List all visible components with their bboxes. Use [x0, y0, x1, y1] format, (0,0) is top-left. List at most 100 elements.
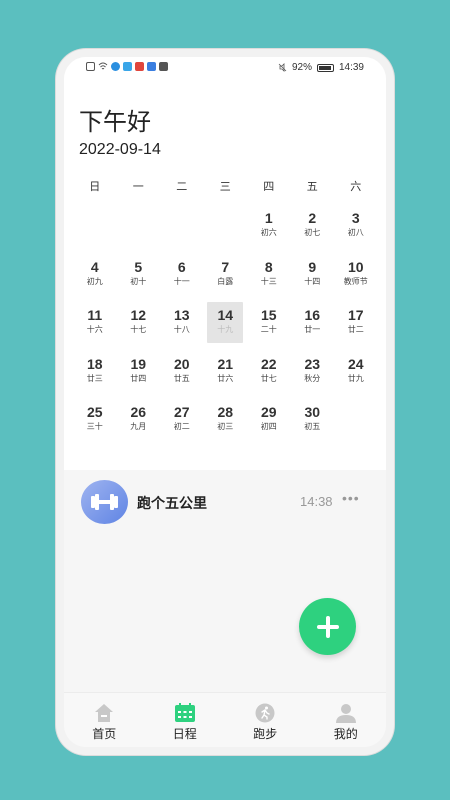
day-number: 18 — [86, 355, 103, 372]
day-number: 9 — [308, 258, 317, 275]
day-cell[interactable]: 25 三十 — [73, 401, 117, 450]
tab-profile[interactable]: 我的 — [306, 693, 387, 747]
weekday-label: 六 — [350, 181, 362, 193]
day-number: 27 — [173, 404, 190, 420]
sim-icon — [86, 62, 95, 71]
storage-icon — [159, 62, 168, 71]
day-number: 13 — [173, 307, 190, 323]
day-cell[interactable]: 10 教师节 — [334, 256, 378, 305]
calendar-grid: 1 初六 2 初七 3 初八 4 初九 5 初十 6 十一 7 白露 8 十三 9 十四 10 教师节 11 十六 12 十七… — [73, 207, 378, 450]
day-cell[interactable]: 20 廿五 — [160, 353, 204, 402]
lunar-date: 十八 — [173, 325, 190, 334]
day-number: 26 — [130, 404, 147, 420]
day-number: 10 — [347, 258, 364, 275]
tab-label-home: 首页 — [92, 727, 117, 741]
lunar-date: 十四 — [304, 276, 321, 286]
lunar-date: 十九 — [217, 325, 234, 334]
day-cell[interactable]: 13 十八 — [160, 304, 204, 353]
day-cell[interactable]: 1 初六 — [247, 207, 291, 256]
lunar-date: 二十 — [260, 325, 277, 334]
lunar-date: 廿二 — [347, 325, 364, 334]
lunar-date: 初二 — [173, 422, 190, 431]
lunar-date: 廿四 — [130, 373, 147, 383]
day-number: 19 — [130, 355, 147, 372]
day-number: 28 — [217, 404, 234, 420]
day-cell[interactable]: 17 廿二 — [334, 304, 378, 353]
day-cell[interactable]: 3 初八 — [334, 207, 378, 256]
calendar-panel: 92% 14:39 下午好 2022-09-14 日 一 二 三 四 五 六 1 初六 2 初七 3… — [64, 57, 386, 470]
day-number: 3 — [351, 210, 360, 226]
day-cell[interactable]: 27 初二 — [160, 401, 204, 450]
day-cell[interactable]: 19 廿四 — [117, 353, 161, 402]
lunar-date: 廿五 — [173, 373, 190, 383]
lunar-date: 廿三 — [86, 373, 103, 383]
shield-icon — [147, 62, 156, 71]
day-cell[interactable]: 30 初五 — [291, 401, 335, 450]
day-number: 21 — [217, 355, 234, 372]
lunar-date: 十一 — [173, 276, 190, 286]
day-cell[interactable]: 18 廿三 — [73, 353, 117, 402]
day-cell[interactable]: 2 初七 — [291, 207, 335, 256]
home-icon — [95, 704, 114, 722]
day-cell[interactable]: 23 秋分 — [291, 353, 335, 402]
weekday-label: 四 — [263, 181, 275, 193]
bottom-tab-bar: 首页 日程 跑步 我的 — [64, 692, 386, 747]
day-number: 22 — [260, 355, 277, 372]
weekday-header: 日一二三四五六 — [73, 178, 378, 194]
add-event-button[interactable] — [299, 598, 356, 655]
plus-icon — [316, 615, 339, 638]
battery-fill — [318, 65, 331, 70]
day-cell[interactable]: 28 初三 — [204, 401, 248, 450]
notification-icons — [86, 62, 168, 71]
empty-cell — [204, 207, 248, 256]
day-cell[interactable]: 12 十七 — [117, 304, 161, 353]
day-cell[interactable]: 29 初四 — [247, 401, 291, 450]
weekday-label: 一 — [132, 181, 144, 193]
calendar-icon — [174, 703, 195, 722]
tab-label-schedule: 日程 — [172, 727, 197, 741]
day-number: 5 — [134, 258, 143, 275]
day-cell[interactable]: 8 十三 — [247, 256, 291, 305]
day-cell[interactable]: 21 廿六 — [204, 353, 248, 402]
day-cell[interactable]: 6 十一 — [160, 256, 204, 305]
day-cell[interactable]: 26 九月 — [117, 401, 161, 450]
day-number: 2 — [308, 210, 317, 226]
day-number: 16 — [304, 307, 321, 323]
day-cell[interactable]: 5 初十 — [117, 256, 161, 305]
lunar-date: 廿六 — [217, 373, 234, 383]
tab-label-profile: 我的 — [333, 727, 358, 741]
lunar-date: 十六 — [86, 325, 103, 334]
lunar-date: 十七 — [130, 325, 147, 334]
day-number: 24 — [347, 355, 364, 372]
lunar-date: 廿九 — [347, 373, 364, 383]
day-cell-selected[interactable]: 14 十九 — [207, 302, 244, 343]
lunar-date: 初五 — [304, 422, 321, 431]
weekday-label: 五 — [306, 181, 318, 193]
day-number: 6 — [177, 258, 186, 275]
event-title: 跑个五公里 — [137, 495, 207, 511]
day-number: 25 — [86, 404, 103, 420]
lunar-date: 初三 — [217, 422, 234, 431]
tab-schedule[interactable]: 日程 — [145, 693, 226, 747]
tab-running[interactable]: 跑步 — [225, 693, 306, 747]
user-icon — [335, 704, 356, 723]
lunar-date: 秋分 — [304, 373, 321, 383]
day-cell[interactable]: 22 廿七 — [247, 353, 291, 402]
day-cell[interactable]: 7 白露 — [204, 256, 248, 305]
running-icon — [255, 703, 275, 723]
lunar-date: 教师节 — [343, 276, 368, 286]
day-cell[interactable]: 4 初九 — [73, 256, 117, 305]
current-date: 2022-09-14 — [79, 141, 161, 158]
lunar-date: 十三 — [260, 276, 277, 286]
lunar-date: 初六 — [260, 228, 277, 237]
day-cell[interactable]: 24 廿九 — [334, 353, 378, 402]
day-cell[interactable]: 15 二十 — [247, 304, 291, 353]
more-options-button[interactable]: ••• — [342, 490, 360, 506]
day-cell[interactable]: 11 十六 — [73, 304, 117, 353]
day-cell[interactable]: 16 廿一 — [291, 304, 335, 353]
day-cell[interactable]: 9 十四 — [291, 256, 335, 305]
lunar-date: 廿七 — [260, 373, 277, 383]
event-item[interactable]: 跑个五公里 14:38 ••• — [81, 480, 371, 524]
weekday-label: 三 — [219, 181, 231, 193]
tab-home[interactable]: 首页 — [64, 693, 145, 747]
